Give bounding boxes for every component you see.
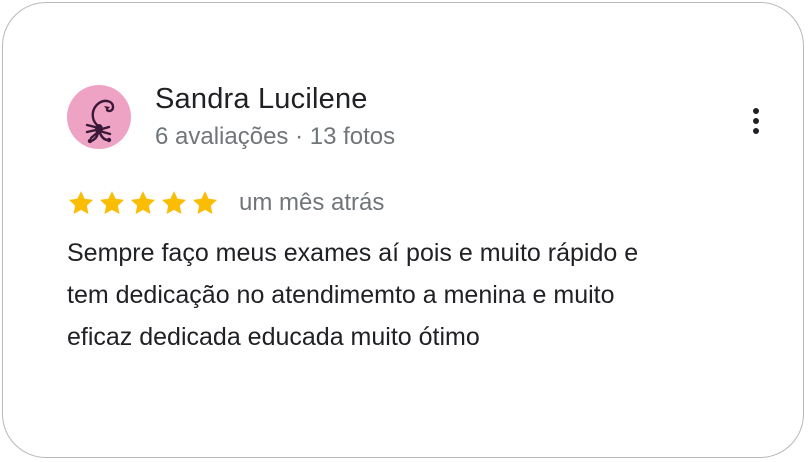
review-text-line: tem dedicação no atendimemto a menina e …	[67, 281, 615, 309]
star-icon	[129, 189, 157, 217]
review-date: um mês atrás	[239, 189, 385, 216]
reviewer-name[interactable]: Sandra Lucilene	[155, 83, 368, 116]
more-options-button[interactable]	[741, 103, 771, 139]
review-text-line: eficaz dedicada educada muito ótimo	[67, 323, 480, 351]
reviewer-meta: 6 avaliações · 13 fotos	[155, 123, 396, 150]
review-text: Sempre faço meus exames aí pois e muito …	[67, 232, 747, 358]
review-text-line: Sempre faço meus exames aí pois e muito …	[67, 239, 639, 267]
star-icon	[191, 189, 219, 217]
more-vert-icon	[753, 108, 759, 134]
star-rating	[67, 187, 219, 219]
review-card: Sandra Lucilene 6 avaliações · 13 fotos …	[2, 2, 804, 458]
star-icon	[160, 189, 188, 217]
star-icon	[67, 189, 95, 217]
star-icon	[98, 189, 126, 217]
scorpion-icon	[85, 99, 115, 144]
reviewer-avatar[interactable]	[67, 85, 131, 149]
